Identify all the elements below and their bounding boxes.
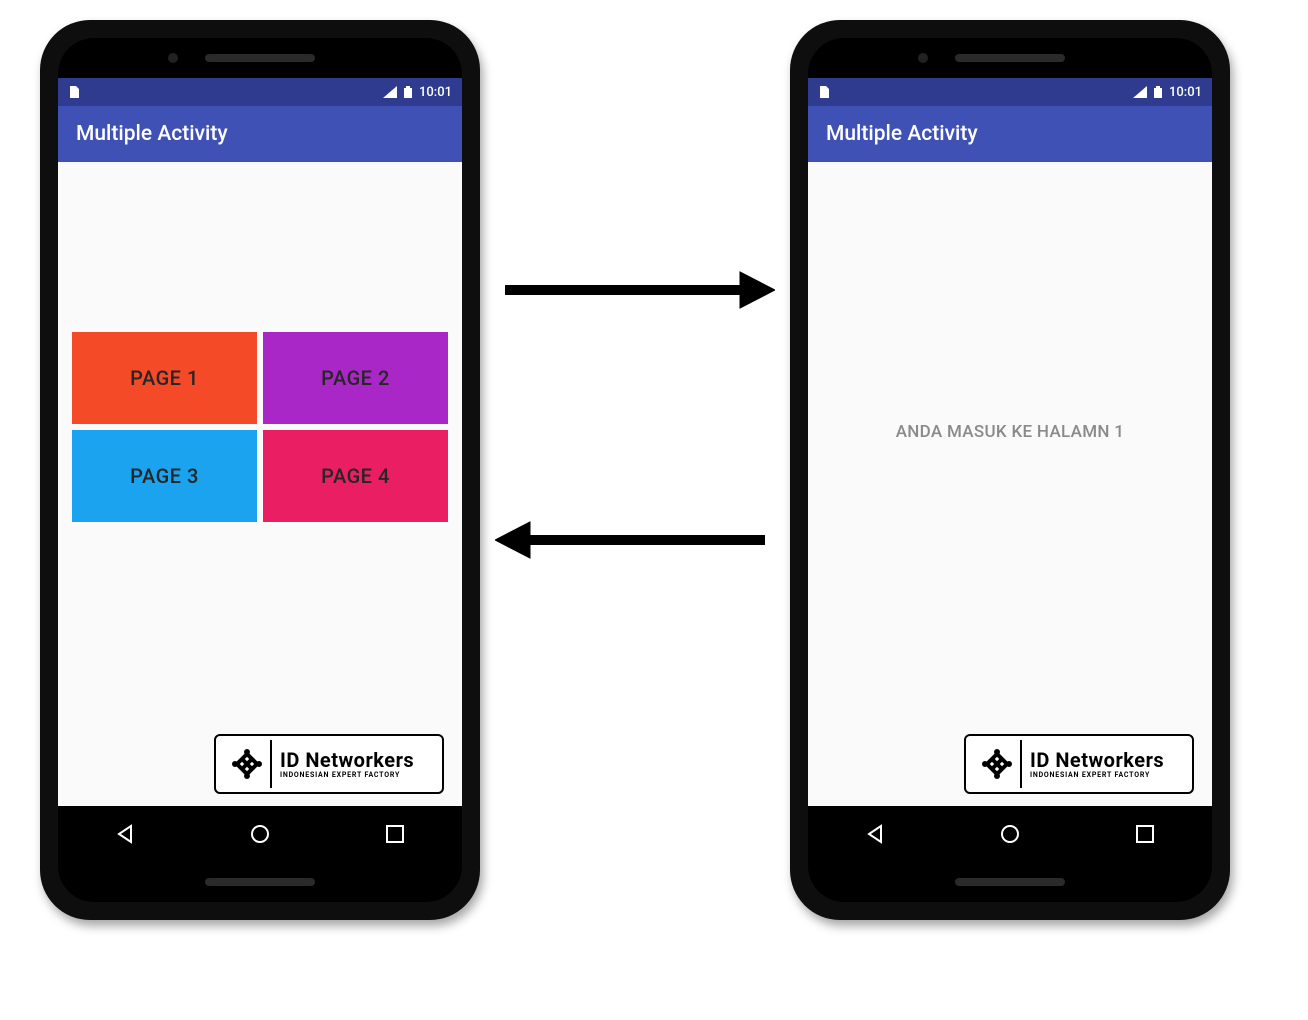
status-right-icons: 10:01 [1133, 85, 1202, 100]
logo-text: ID Networkers INDONESIAN EXPERT FACTORY [1030, 750, 1164, 779]
app-title: Multiple Activity [826, 122, 978, 146]
status-right-icons: 10:01 [383, 85, 452, 100]
speaker-icon [955, 878, 1065, 886]
screen: 10:01 Multiple Activity ANDA MASUK KE HA… [808, 78, 1212, 862]
phone-top-bezel [808, 38, 1212, 78]
logo-badge: ID Networkers INDONESIAN EXPERT FACTORY [214, 734, 444, 794]
sim-icon [818, 86, 830, 98]
logo-icon [974, 740, 1022, 788]
app-bar: Multiple Activity [808, 106, 1212, 162]
signal-icon [383, 86, 397, 98]
signal-icon [1133, 86, 1147, 98]
logo-badge: ID Networkers INDONESIAN EXPERT FACTORY [964, 734, 1194, 794]
phone-frame: 10:01 Multiple Activity PAGE 1 PAGE 2 PA… [58, 38, 462, 902]
logo-title: ID Networkers [280, 750, 414, 771]
nav-home-icon[interactable] [249, 823, 271, 845]
android-nav-bar [808, 806, 1212, 862]
speaker-icon [955, 54, 1065, 62]
status-bar: 10:01 [808, 78, 1212, 106]
arrow-back-icon [495, 510, 775, 570]
sim-icon [68, 86, 80, 98]
nav-back-icon[interactable] [864, 823, 886, 845]
content-detail: ANDA MASUK KE HALAMN 1 [808, 162, 1212, 806]
nav-back-icon[interactable] [114, 823, 136, 845]
detail-message: ANDA MASUK KE HALAMN 1 [808, 422, 1212, 442]
navigation-diagram: 10:01 Multiple Activity PAGE 1 PAGE 2 PA… [0, 0, 1308, 1020]
arrow-forward-icon [495, 260, 775, 320]
logo-title: ID Networkers [1030, 750, 1164, 771]
phone-bottom-bezel [808, 862, 1212, 902]
status-left-icons [68, 86, 80, 98]
page4-button[interactable]: PAGE 4 [263, 430, 448, 522]
speaker-icon [205, 54, 315, 62]
app-bar: Multiple Activity [58, 106, 462, 162]
speaker-icon [205, 878, 315, 886]
page-button-grid: PAGE 1 PAGE 2 PAGE 3 PAGE 4 [72, 332, 448, 522]
phone-frame: 10:01 Multiple Activity ANDA MASUK KE HA… [808, 38, 1212, 902]
nav-recent-icon[interactable] [1134, 823, 1156, 845]
logo-text: ID Networkers INDONESIAN EXPERT FACTORY [280, 750, 414, 779]
app-title: Multiple Activity [76, 122, 228, 146]
battery-icon [1153, 86, 1163, 98]
camera-icon [918, 53, 928, 63]
phone-top-bezel [58, 38, 462, 78]
status-left-icons [818, 86, 830, 98]
content-main: PAGE 1 PAGE 2 PAGE 3 PAGE 4 [58, 162, 462, 806]
status-bar: 10:01 [58, 78, 462, 106]
battery-icon [403, 86, 413, 98]
page2-button[interactable]: PAGE 2 [263, 332, 448, 424]
page1-button[interactable]: PAGE 1 [72, 332, 257, 424]
nav-home-icon[interactable] [999, 823, 1021, 845]
status-time: 10:01 [419, 85, 452, 100]
android-nav-bar [58, 806, 462, 862]
page3-button[interactable]: PAGE 3 [72, 430, 257, 522]
phone-detail: 10:01 Multiple Activity ANDA MASUK KE HA… [790, 20, 1230, 920]
logo-subtitle: INDONESIAN EXPERT FACTORY [280, 771, 414, 779]
nav-recent-icon[interactable] [384, 823, 406, 845]
screen: 10:01 Multiple Activity PAGE 1 PAGE 2 PA… [58, 78, 462, 862]
logo-icon [224, 740, 272, 788]
phone-main: 10:01 Multiple Activity PAGE 1 PAGE 2 PA… [40, 20, 480, 920]
status-time: 10:01 [1169, 85, 1202, 100]
camera-icon [168, 53, 178, 63]
logo-subtitle: INDONESIAN EXPERT FACTORY [1030, 771, 1164, 779]
phone-bottom-bezel [58, 862, 462, 902]
